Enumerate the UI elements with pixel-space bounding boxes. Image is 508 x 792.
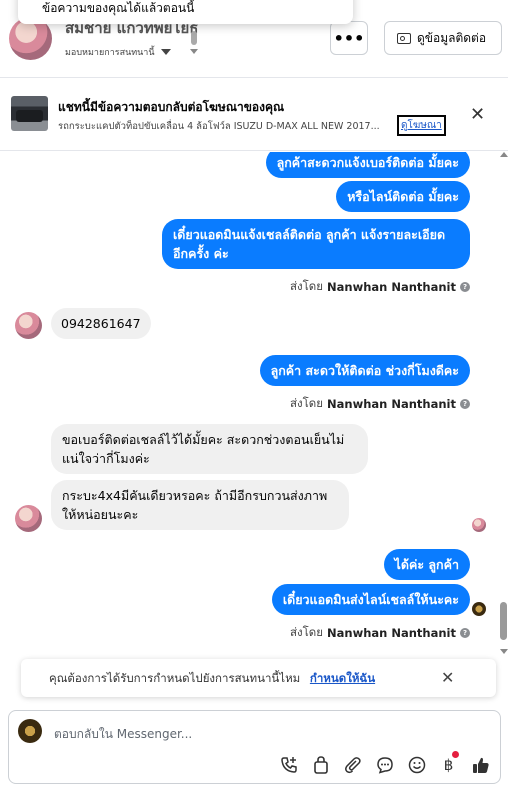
sent-by-prefix: ส่งโดย [289, 279, 324, 293]
message-bubble: ขอเบอร์ติดต่อเชลล์ไว้ได้มั้ยคะ สะดวกช่วง… [51, 424, 368, 474]
composer-toolbar: ฿ [278, 751, 491, 775]
scroll-thumb[interactable] [500, 602, 507, 640]
scroll-up-icon[interactable] [500, 152, 508, 157]
contact-card-icon [397, 32, 411, 44]
message-bubble: 0942861647 [51, 308, 151, 339]
message-bubble: เดี๋ยวแอดมินส่งไลน์เชลล์ให้นะคะ [271, 584, 470, 615]
baht-icon[interactable]: ฿ [438, 751, 459, 775]
help-icon[interactable]: ? [460, 399, 470, 409]
sent-by-prefix: ส่งโดย [289, 625, 324, 639]
sent-by-label: ส่งโดย Nanwhan Nanthanit ? [290, 395, 470, 413]
phone-plus-icon[interactable] [278, 754, 299, 775]
more-icon: ••• [333, 28, 365, 48]
notification-dot [452, 751, 459, 758]
assign-dropdown[interactable]: มอบหมายการสนทนานี้ [65, 45, 171, 59]
sent-by-label: ส่งโดย Nanwhan Nanthanit ? [290, 624, 470, 642]
thread-scrollbar[interactable] [499, 152, 508, 657]
message-bubble: ลูกค้าสะดวกแจ้งเบอร์ติดต่อ มั้ยคะ [265, 152, 470, 178]
ad-banner-title: แชทนี้มีข้อความตอบกลับต่อโฆษณาของคุณ [58, 100, 285, 114]
more-options-button[interactable]: ••• [330, 21, 368, 55]
reply-composer[interactable]: ตอบกลับใน Messenger... ฿ [8, 710, 501, 784]
message-bubble: ลูกค้า สะดวให้ติดต่อ ช่วงกี่โมงดีคะ [259, 355, 470, 386]
help-icon[interactable]: ? [460, 282, 470, 292]
contact-info-label: ดูข้อมูลติดต่อ [417, 30, 487, 45]
contact-avatar-small [15, 505, 42, 532]
reminder-text: คุณต้องการได้รับการกำหนดไปยังการสนทนานี้… [49, 671, 301, 685]
view-ad-link[interactable]: ดูโฆษณา [397, 115, 446, 136]
tooltip: ข้อความของคุณได้แล้วตอนนี้ [18, 0, 353, 24]
chevron-down-icon [160, 49, 171, 55]
page-avatar [18, 719, 42, 743]
contact-avatar-small [15, 312, 42, 339]
ad-thumbnail[interactable] [11, 96, 48, 131]
header-scrollbar[interactable] [190, 31, 198, 61]
contact-info-button[interactable]: ดูข้อมูลติดต่อ [384, 21, 502, 55]
paperclip-icon[interactable] [342, 754, 363, 775]
message-thread[interactable]: ลูกค้าสะดวกแจ้งเบอร์ติดต่อ มั้ยคะ หรือไล… [0, 152, 508, 657]
tooltip-text: ข้อความของคุณได้แล้วตอนนี้ [42, 1, 195, 15]
assign-to-me-link[interactable]: กำหนดให้ฉัน [310, 671, 375, 685]
chat-icon[interactable] [374, 754, 395, 775]
help-icon[interactable]: ? [460, 628, 470, 638]
bag-icon[interactable] [310, 754, 331, 775]
read-receipt-avatar [472, 518, 486, 532]
thumbs-up-icon[interactable] [470, 754, 491, 775]
message-bubble: เดี๋ยวแอดมินแจ้งเชลล์ติดต่อ ลูกค้า แจ้งร… [162, 219, 470, 269]
close-icon[interactable]: ✕ [470, 104, 485, 125]
close-icon[interactable]: ✕ [441, 668, 454, 687]
seen-page-logo [472, 602, 486, 616]
reply-input[interactable]: ตอบกลับใน Messenger... [54, 725, 192, 744]
sender-name: Nanwhan Nanthanit [327, 626, 456, 640]
assign-reminder: คุณต้องการได้รับการกำหนดไปยังการสนทนานี้… [21, 659, 496, 697]
ad-reply-banner: แชทนี้มีข้อความตอบกลับต่อโฆษณาของคุณ รถก… [0, 79, 508, 151]
ad-description: รถกระบะแคปตัวท็อปขับเคลื่อน 4 ล้อโฟว์ล I… [58, 121, 380, 132]
message-bubble: ได้ค่ะ ลูกค้า [383, 549, 470, 580]
sender-name: Nanwhan Nanthanit [327, 280, 456, 294]
sent-by-label: ส่งโดย Nanwhan Nanthanit ? [290, 278, 470, 296]
scroll-down-icon[interactable] [500, 649, 508, 654]
message-bubble: หรือไลน์ติดต่อ มั้ยคะ [336, 181, 470, 212]
message-bubble: กระบะ4x4มีคันเดียวหรอคะ ถ้ามีอีกรบกวนส่ง… [51, 480, 349, 530]
emoji-icon[interactable] [406, 754, 427, 775]
sender-name: Nanwhan Nanthanit [327, 397, 456, 411]
sent-by-prefix: ส่งโดย [289, 396, 324, 410]
assign-label: มอบหมายการสนทนานี้ [65, 48, 155, 58]
